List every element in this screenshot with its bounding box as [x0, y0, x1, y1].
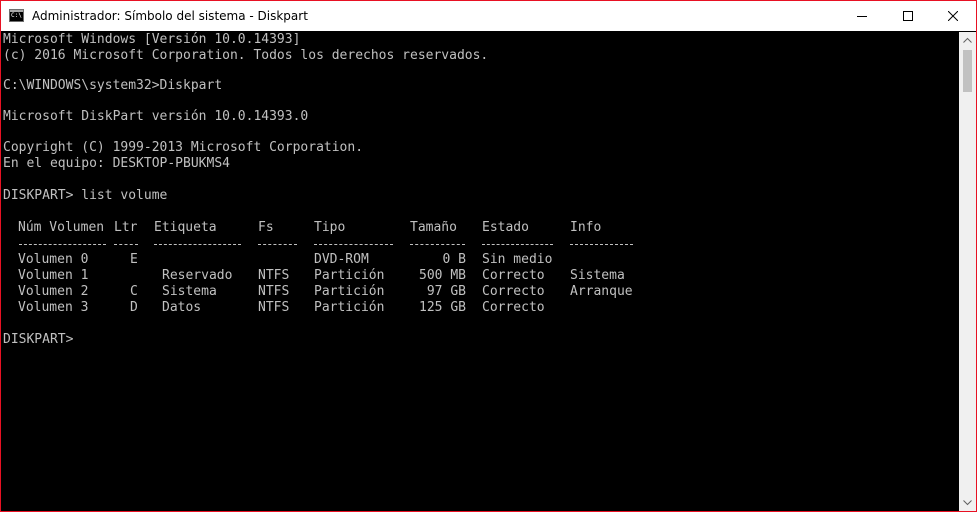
scroll-up-button[interactable]	[959, 32, 976, 49]
scrollbar-thumb[interactable]	[963, 50, 972, 92]
table-row-volume: Volumen 0	[18, 252, 89, 267]
table-row-type: DVD-ROM	[314, 252, 369, 267]
column-header-size: Tamaño	[410, 220, 457, 235]
column-header-info: Info	[570, 220, 602, 235]
column-header-label: Etiqueta	[154, 220, 217, 235]
separator-label	[154, 244, 241, 245]
table-row-fs: NTFS	[258, 284, 290, 299]
separator-type	[314, 244, 393, 245]
scroll-down-button[interactable]	[959, 494, 976, 511]
minimize-icon	[857, 16, 867, 17]
maximize-button[interactable]	[885, 1, 931, 31]
separator-volume	[19, 244, 106, 245]
console-line: C:\WINDOWS\system32>Diskpart	[3, 78, 223, 93]
table-row-status: Sin medio	[482, 252, 553, 267]
table-row-size: 0 B	[442, 252, 466, 267]
table-row-status: Correcto	[482, 284, 545, 299]
table-row-type: Partición	[314, 300, 385, 315]
console-line: Microsoft DiskPart versión 10.0.14393.0	[3, 109, 309, 124]
column-header-type: Tipo	[314, 220, 346, 235]
table-row-volume: Volumen 1	[18, 268, 89, 283]
table-row-status: Correcto	[482, 268, 545, 283]
title-bar[interactable]: C:\ Administrador: Símbolo del sistema -…	[1, 1, 976, 31]
table-row-info: Arranque	[570, 284, 633, 299]
table-row-size: 125 GB	[419, 300, 466, 315]
table-row-ltr: E	[130, 252, 138, 267]
table-row-label: Sistema	[162, 284, 217, 299]
column-header-volume: Núm Volumen	[18, 220, 105, 235]
window-title: Administrador: Símbolo del sistema - Dis…	[32, 9, 308, 23]
table-row-type: Partición	[314, 284, 385, 299]
console-output[interactable]: Microsoft Windows [Versión 10.0.14393] (…	[1, 32, 959, 511]
table-row-ltr: D	[130, 300, 138, 315]
table-row-size: 500 MB	[419, 268, 466, 283]
close-icon	[948, 11, 958, 21]
table-row-volume: Volumen 2	[18, 284, 89, 299]
chevron-down-icon	[963, 500, 972, 506]
vertical-scrollbar[interactable]	[959, 32, 976, 511]
console-line: Copyright (C) 1999-2013 Microsoft Corpor…	[3, 140, 364, 155]
table-row-fs: NTFS	[258, 300, 290, 315]
console-line: En el equipo: DESKTOP-PBUKMS4	[3, 156, 230, 171]
column-header-ltr: Ltr	[114, 220, 138, 235]
cmd-icon-label: C:\	[11, 12, 22, 19]
table-row-status: Correcto	[482, 300, 545, 315]
maximize-icon	[903, 11, 913, 21]
command-prompt: DISKPART>	[3, 332, 74, 347]
close-button[interactable]	[930, 1, 976, 31]
console-line: (c) 2016 Microsoft Corporation. Todos lo…	[3, 48, 489, 63]
separator-info	[570, 244, 633, 245]
table-row-label: Datos	[162, 300, 202, 315]
table-row-volume: Volumen 3	[18, 300, 89, 315]
separator-ltr	[114, 244, 138, 245]
chevron-up-icon	[963, 37, 972, 43]
table-row-type: Partición	[314, 268, 385, 283]
console-line: DISKPART> list volume	[3, 188, 168, 203]
cmd-icon: C:\	[9, 9, 24, 22]
table-row-fs: NTFS	[258, 268, 290, 283]
separator-fs	[258, 244, 297, 245]
separator-size	[410, 244, 465, 245]
console-line: Microsoft Windows [Versión 10.0.14393]	[3, 32, 301, 47]
table-row-info: Sistema	[570, 268, 625, 283]
column-header-fs: Fs	[258, 220, 274, 235]
table-row-size: 97 GB	[426, 284, 466, 299]
minimize-button[interactable]	[839, 1, 885, 31]
table-row-ltr: C	[130, 284, 138, 299]
column-header-status: Estado	[482, 220, 529, 235]
command-prompt-window: C:\ Administrador: Símbolo del sistema -…	[0, 0, 977, 512]
table-row-label: Reservado	[162, 268, 233, 283]
separator-status	[482, 244, 553, 245]
